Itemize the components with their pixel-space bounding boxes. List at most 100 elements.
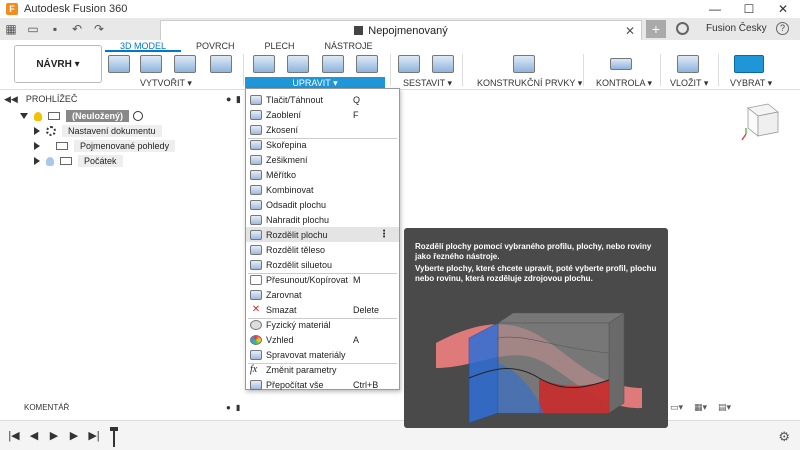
viewcube-icon[interactable] xyxy=(738,100,784,142)
menu-item-odsadit-plochu[interactable]: Odsadit plochu xyxy=(246,197,399,212)
group-kontrola[interactable]: KONTROLA ▾ xyxy=(596,77,652,89)
tooltip-instructions: Vyberte plochy, které chcete upravit, po… xyxy=(415,264,657,283)
save-icon[interactable]: ▪ xyxy=(44,18,66,40)
press-pull-icon[interactable] xyxy=(253,55,275,73)
tree-item[interactable]: Nastavení dokumentu xyxy=(34,125,162,137)
folder-icon xyxy=(56,142,68,150)
undo-icon[interactable]: ↶ xyxy=(66,18,88,40)
appearance-icon xyxy=(250,334,262,345)
comments-menu-icon[interactable]: ▮ xyxy=(236,403,240,412)
timeline-settings-icon[interactable]: ⚙ xyxy=(778,429,790,445)
revolve-icon[interactable] xyxy=(174,55,196,73)
menu-item-nahradit-plochu[interactable]: Nahradit plochu xyxy=(246,212,399,227)
maximize-button[interactable]: ☐ xyxy=(732,0,766,18)
workspace-switcher-button[interactable]: NÁVRH ▾ xyxy=(14,45,102,83)
display-settings-icon[interactable]: ▭▾ xyxy=(670,402,690,412)
expand-icon[interactable] xyxy=(34,127,40,135)
grid-settings-icon[interactable]: ▦▾ xyxy=(694,402,714,412)
tree-item[interactable]: Pojmenované pohledy xyxy=(34,140,176,152)
shell-icon[interactable] xyxy=(322,55,344,73)
root-label: (Neuložený) xyxy=(66,110,130,122)
menu-item-zkoseni[interactable]: Zkosení xyxy=(246,122,399,137)
menu-item-rozdelit-teleso[interactable]: Rozdělit těleso xyxy=(246,242,399,257)
menu-item-rozdelit-siluetou[interactable]: Rozdělit siluetou xyxy=(246,257,399,272)
visibility-bulb-icon[interactable] xyxy=(46,156,54,166)
extrude-icon[interactable] xyxy=(140,55,162,73)
expand-icon[interactable] xyxy=(34,157,40,165)
measure-icon[interactable] xyxy=(610,58,632,70)
minimize-button[interactable]: — xyxy=(698,0,732,18)
timeline-next-button[interactable]: ▶ xyxy=(64,429,84,442)
group-vybrat[interactable]: VYBRAT ▾ xyxy=(730,77,772,89)
settings-gear-icon xyxy=(46,126,56,136)
tab-plech[interactable]: PLECH xyxy=(250,40,310,52)
timeline-prev-button[interactable]: ◀ xyxy=(24,429,44,442)
move-icon xyxy=(250,274,262,285)
folder-icon[interactable]: ▭ xyxy=(22,18,44,40)
menu-item-meritko[interactable]: Měřítko xyxy=(246,167,399,182)
viewports-icon[interactable]: ▤▾ xyxy=(718,402,738,412)
menu-item-zarovnat[interactable]: Zarovnat xyxy=(246,287,399,302)
tree-item[interactable]: Počátek xyxy=(34,155,123,167)
combine-icon[interactable] xyxy=(356,55,378,73)
help-icon[interactable]: ? xyxy=(776,22,789,35)
expand-icon[interactable] xyxy=(20,113,28,119)
group-vytvorit[interactable]: VYTVOŘIT ▾ xyxy=(140,77,192,89)
more-options-icon[interactable]: ⋮ xyxy=(379,229,389,240)
select-tool-icon[interactable] xyxy=(734,55,764,73)
browser-menu-icon[interactable]: ▮ xyxy=(236,94,241,105)
menu-item-fyzicky-material[interactable]: Fyzický materiál xyxy=(246,317,399,332)
hole-icon[interactable] xyxy=(210,55,232,73)
job-status-icon[interactable] xyxy=(676,22,689,35)
timeline-marker-icon[interactable] xyxy=(110,427,118,447)
menu-item-presunout-kopirovat[interactable]: Přesunout/Kopírovat M xyxy=(246,272,399,287)
menu-item-skorepina[interactable]: Skořepina xyxy=(246,137,399,152)
browser-dot-icon[interactable]: ● xyxy=(226,94,231,104)
document-tab[interactable]: Nepojmenovaný ✕ xyxy=(160,20,642,40)
menu-item-vzhled[interactable]: Vzhled A xyxy=(246,332,399,347)
close-tab-icon[interactable]: ✕ xyxy=(625,24,635,38)
menu-item-spravovat-materialy[interactable]: Spravovat materiály xyxy=(246,347,399,362)
split-face-illustration xyxy=(436,312,642,423)
group-sestavit[interactable]: SESTAVIT ▾ xyxy=(403,77,452,89)
add-comment-icon[interactable]: ● xyxy=(226,403,231,412)
tree-root[interactable]: (Neuložený) xyxy=(20,110,144,122)
document-node-icon xyxy=(48,112,60,120)
new-component-icon[interactable] xyxy=(398,55,420,73)
menu-item-rozdelit-plochu[interactable]: Rozdělit plochu ⋮ xyxy=(246,227,399,242)
grid-apps-icon[interactable]: ▦ xyxy=(0,18,22,40)
offset-plane-icon[interactable] xyxy=(513,55,535,73)
insert-image-icon[interactable] xyxy=(677,55,699,73)
visibility-bulb-icon[interactable] xyxy=(34,111,42,121)
menu-item-zaobleni[interactable]: Zaoblení F xyxy=(246,107,399,122)
tab-povrch[interactable]: POVRCH xyxy=(181,40,250,52)
fillet-icon[interactable] xyxy=(287,55,309,73)
split-face-icon xyxy=(250,229,262,240)
timeline-play-button[interactable]: ▶ xyxy=(44,429,64,442)
menu-item-smazat[interactable]: ✕ Smazat Delete xyxy=(246,302,399,317)
group-konstrukcni-prvky[interactable]: KONSTRUKČNÍ PRVKY ▾ xyxy=(477,77,582,89)
create-sketch-icon[interactable] xyxy=(108,55,130,73)
timeline-last-button[interactable]: ▶| xyxy=(84,429,104,442)
document-tab-bar: ▦ ▭ ▪ ↶ ↷ Nepojmenovaný ✕ + Fusion Česky… xyxy=(0,18,800,40)
tab-3d-model[interactable]: 3D MODEL xyxy=(105,40,182,52)
redo-icon[interactable]: ↷ xyxy=(88,18,110,40)
menu-item-zmenit-parametry[interactable]: fx Změnit parametry xyxy=(246,362,399,377)
chamfer-icon xyxy=(250,124,262,135)
window-controls: — ☐ ✕ xyxy=(698,0,800,18)
menu-item-kombinovat[interactable]: Kombinovat xyxy=(246,182,399,197)
close-button[interactable]: ✕ xyxy=(766,0,800,18)
menu-item-zesikmeni[interactable]: Zešikmení xyxy=(246,152,399,167)
timeline-first-button[interactable]: |◀ xyxy=(4,429,24,442)
joint-icon[interactable] xyxy=(432,55,454,73)
collapse-panel-icon[interactable]: ◀◀ xyxy=(4,94,18,105)
menu-item-tlacit-tahnout[interactable]: Tlačit/Táhnout Q xyxy=(246,92,399,107)
user-account[interactable]: Fusion Česky xyxy=(706,23,767,34)
new-tab-button[interactable]: + xyxy=(646,20,666,38)
expand-icon[interactable] xyxy=(34,142,40,150)
group-vlozit[interactable]: VLOŽIT ▾ xyxy=(670,77,708,89)
menu-item-prepocitat-vse[interactable]: Přepočítat vše Ctrl+B xyxy=(246,377,399,392)
tab-nastroje[interactable]: NÁSTROJE xyxy=(310,40,388,52)
activate-icon[interactable] xyxy=(133,111,144,121)
document-title: Nepojmenovaný xyxy=(368,24,448,37)
